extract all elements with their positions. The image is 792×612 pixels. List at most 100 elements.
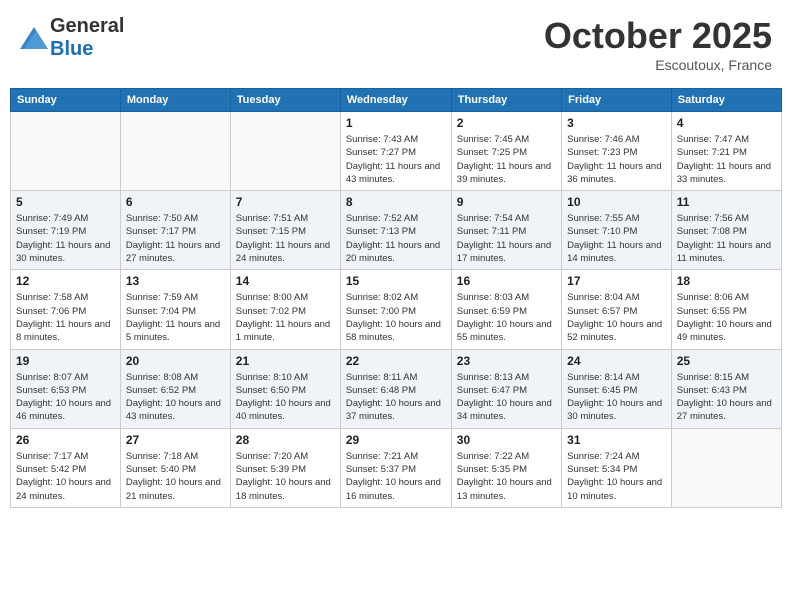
table-row: 19 Sunrise: 8:07 AM Sunset: 6:53 PM Dayli…: [11, 349, 121, 428]
day-info: Sunrise: 7:46 AM Sunset: 7:23 PM Dayligh…: [567, 133, 666, 186]
calendar-week-row: 19 Sunrise: 8:07 AM Sunset: 6:53 PM Dayli…: [11, 349, 782, 428]
day-number: 28: [236, 433, 335, 447]
day-number: 19: [16, 354, 115, 368]
day-info: Sunrise: 7:52 AM Sunset: 7:13 PM Dayligh…: [346, 212, 446, 265]
table-row: 31 Sunrise: 7:24 AM Sunset: 5:34 PM Dayli…: [562, 428, 672, 507]
day-info: Sunrise: 7:43 AM Sunset: 7:27 PM Dayligh…: [346, 133, 446, 186]
calendar-week-row: 1 Sunrise: 7:43 AM Sunset: 7:27 PM Daylig…: [11, 112, 782, 191]
table-row: 23 Sunrise: 8:13 AM Sunset: 6:47 PM Dayli…: [451, 349, 561, 428]
day-number: 14: [236, 274, 335, 288]
table-row: 17Sunrise: 8:04 AM Sunset: 6:57 PM Dayli…: [562, 270, 672, 349]
day-number: 24: [567, 354, 666, 368]
day-number: 5: [16, 195, 115, 209]
day-number: 4: [677, 116, 776, 130]
day-number: 26: [16, 433, 115, 447]
table-row: 15 Sunrise: 8:02 AM Sunset: 7:00 PM Dayli…: [340, 270, 451, 349]
col-thursday: Thursday: [451, 89, 561, 112]
calendar-week-row: 12Sunrise: 7:58 AM Sunset: 7:06 PM Dayli…: [11, 270, 782, 349]
day-number: 22: [346, 354, 446, 368]
day-number: 7: [236, 195, 335, 209]
day-info: Sunrise: 7:45 AM Sunset: 7:25 PM Dayligh…: [457, 133, 556, 186]
table-row: 7Sunrise: 7:51 AM Sunset: 7:15 PM Daylig…: [230, 191, 340, 270]
table-row: 24 Sunrise: 8:14 AM Sunset: 6:45 PM Dayli…: [562, 349, 672, 428]
col-saturday: Saturday: [671, 89, 781, 112]
day-number: 15: [346, 274, 446, 288]
location: Escoutoux, France: [544, 57, 772, 73]
page-header: General Blue October 2025 Escoutoux, Fra…: [10, 10, 782, 78]
day-info: Sunrise: 7:56 AM Sunset: 7:08 PM Dayligh…: [677, 212, 776, 265]
table-row: 26 Sunrise: 7:17 AM Sunset: 5:42 PM Dayli…: [11, 428, 121, 507]
table-row: 3Sunrise: 7:46 AM Sunset: 7:23 PM Daylig…: [562, 112, 672, 191]
table-row: 8 Sunrise: 7:52 AM Sunset: 7:13 PM Daylig…: [340, 191, 451, 270]
table-row: 18Sunrise: 8:06 AM Sunset: 6:55 PM Dayli…: [671, 270, 781, 349]
day-info: Sunrise: 8:15 AM Sunset: 6:43 PM Dayligh…: [677, 371, 776, 424]
logo-icon: [20, 27, 48, 49]
table-row: 5 Sunrise: 7:49 AM Sunset: 7:19 PM Daylig…: [11, 191, 121, 270]
day-info: Sunrise: 8:14 AM Sunset: 6:45 PM Dayligh…: [567, 371, 666, 424]
day-info: Sunrise: 7:49 AM Sunset: 7:19 PM Dayligh…: [16, 212, 115, 265]
day-number: 30: [457, 433, 556, 447]
calendar-week-row: 26 Sunrise: 7:17 AM Sunset: 5:42 PM Dayli…: [11, 428, 782, 507]
table-row: 16 Sunrise: 8:03 AM Sunset: 6:59 PM Dayli…: [451, 270, 561, 349]
day-number: 29: [346, 433, 446, 447]
day-info: Sunrise: 7:22 AM Sunset: 5:35 PM Dayligh…: [457, 450, 556, 503]
table-row: 30 Sunrise: 7:22 AM Sunset: 5:35 PM Dayli…: [451, 428, 561, 507]
col-tuesday: Tuesday: [230, 89, 340, 112]
day-number: 25: [677, 354, 776, 368]
day-info: Sunrise: 7:59 AM Sunset: 7:04 PM Dayligh…: [126, 291, 225, 344]
day-info: Sunrise: 8:13 AM Sunset: 6:47 PM Dayligh…: [457, 371, 556, 424]
title-area: October 2025 Escoutoux, France: [544, 15, 772, 73]
logo-blue: Blue: [50, 38, 93, 60]
table-row: 11Sunrise: 7:56 AM Sunset: 7:08 PM Dayli…: [671, 191, 781, 270]
day-info: Sunrise: 8:04 AM Sunset: 6:57 PM Dayligh…: [567, 291, 666, 344]
table-row: 25 Sunrise: 8:15 AM Sunset: 6:43 PM Dayli…: [671, 349, 781, 428]
table-row: 10 Sunrise: 7:55 AM Sunset: 7:10 PM Dayli…: [562, 191, 672, 270]
col-sunday: Sunday: [11, 89, 121, 112]
table-row: [120, 112, 230, 191]
day-number: 23: [457, 354, 556, 368]
day-number: 31: [567, 433, 666, 447]
day-number: 8: [346, 195, 446, 209]
table-row: 6Sunrise: 7:50 AM Sunset: 7:17 PM Daylig…: [120, 191, 230, 270]
day-number: 20: [126, 354, 225, 368]
col-friday: Friday: [562, 89, 672, 112]
table-row: 4 Sunrise: 7:47 AM Sunset: 7:21 PM Daylig…: [671, 112, 781, 191]
day-info: Sunrise: 8:02 AM Sunset: 7:00 PM Dayligh…: [346, 291, 446, 344]
day-info: Sunrise: 8:00 AM Sunset: 7:02 PM Dayligh…: [236, 291, 335, 344]
day-info: Sunrise: 7:50 AM Sunset: 7:17 PM Dayligh…: [126, 212, 225, 265]
day-info: Sunrise: 7:21 AM Sunset: 5:37 PM Dayligh…: [346, 450, 446, 503]
table-row: 20 Sunrise: 8:08 AM Sunset: 6:52 PM Dayli…: [120, 349, 230, 428]
day-info: Sunrise: 8:03 AM Sunset: 6:59 PM Dayligh…: [457, 291, 556, 344]
day-number: 1: [346, 116, 446, 130]
table-row: 1 Sunrise: 7:43 AM Sunset: 7:27 PM Daylig…: [340, 112, 451, 191]
day-info: Sunrise: 7:54 AM Sunset: 7:11 PM Dayligh…: [457, 212, 556, 265]
day-info: Sunrise: 8:08 AM Sunset: 6:52 PM Dayligh…: [126, 371, 225, 424]
calendar-table: Sunday Monday Tuesday Wednesday Thursday…: [10, 88, 782, 508]
table-row: 22Sunrise: 8:11 AM Sunset: 6:48 PM Dayli…: [340, 349, 451, 428]
calendar-header-row: Sunday Monday Tuesday Wednesday Thursday…: [11, 89, 782, 112]
day-number: 2: [457, 116, 556, 130]
day-info: Sunrise: 8:07 AM Sunset: 6:53 PM Dayligh…: [16, 371, 115, 424]
table-row: 2 Sunrise: 7:45 AM Sunset: 7:25 PM Daylig…: [451, 112, 561, 191]
logo-general: General: [50, 15, 124, 37]
day-info: Sunrise: 7:47 AM Sunset: 7:21 PM Dayligh…: [677, 133, 776, 186]
table-row: 29 Sunrise: 7:21 AM Sunset: 5:37 PM Dayli…: [340, 428, 451, 507]
day-info: Sunrise: 7:55 AM Sunset: 7:10 PM Dayligh…: [567, 212, 666, 265]
table-row: 13 Sunrise: 7:59 AM Sunset: 7:04 PM Dayli…: [120, 270, 230, 349]
table-row: [11, 112, 121, 191]
logo: General Blue: [20, 15, 124, 61]
table-row: 28Sunrise: 7:20 AM Sunset: 5:39 PM Dayli…: [230, 428, 340, 507]
table-row: [230, 112, 340, 191]
day-number: 13: [126, 274, 225, 288]
day-info: Sunrise: 8:10 AM Sunset: 6:50 PM Dayligh…: [236, 371, 335, 424]
table-row: 21Sunrise: 8:10 AM Sunset: 6:50 PM Dayli…: [230, 349, 340, 428]
day-number: 16: [457, 274, 556, 288]
day-number: 9: [457, 195, 556, 209]
table-row: 9 Sunrise: 7:54 AM Sunset: 7:11 PM Daylig…: [451, 191, 561, 270]
col-wednesday: Wednesday: [340, 89, 451, 112]
day-number: 10: [567, 195, 666, 209]
day-info: Sunrise: 7:17 AM Sunset: 5:42 PM Dayligh…: [16, 450, 115, 503]
day-info: Sunrise: 7:24 AM Sunset: 5:34 PM Dayligh…: [567, 450, 666, 503]
calendar-week-row: 5 Sunrise: 7:49 AM Sunset: 7:19 PM Daylig…: [11, 191, 782, 270]
day-info: Sunrise: 7:58 AM Sunset: 7:06 PM Dayligh…: [16, 291, 115, 344]
